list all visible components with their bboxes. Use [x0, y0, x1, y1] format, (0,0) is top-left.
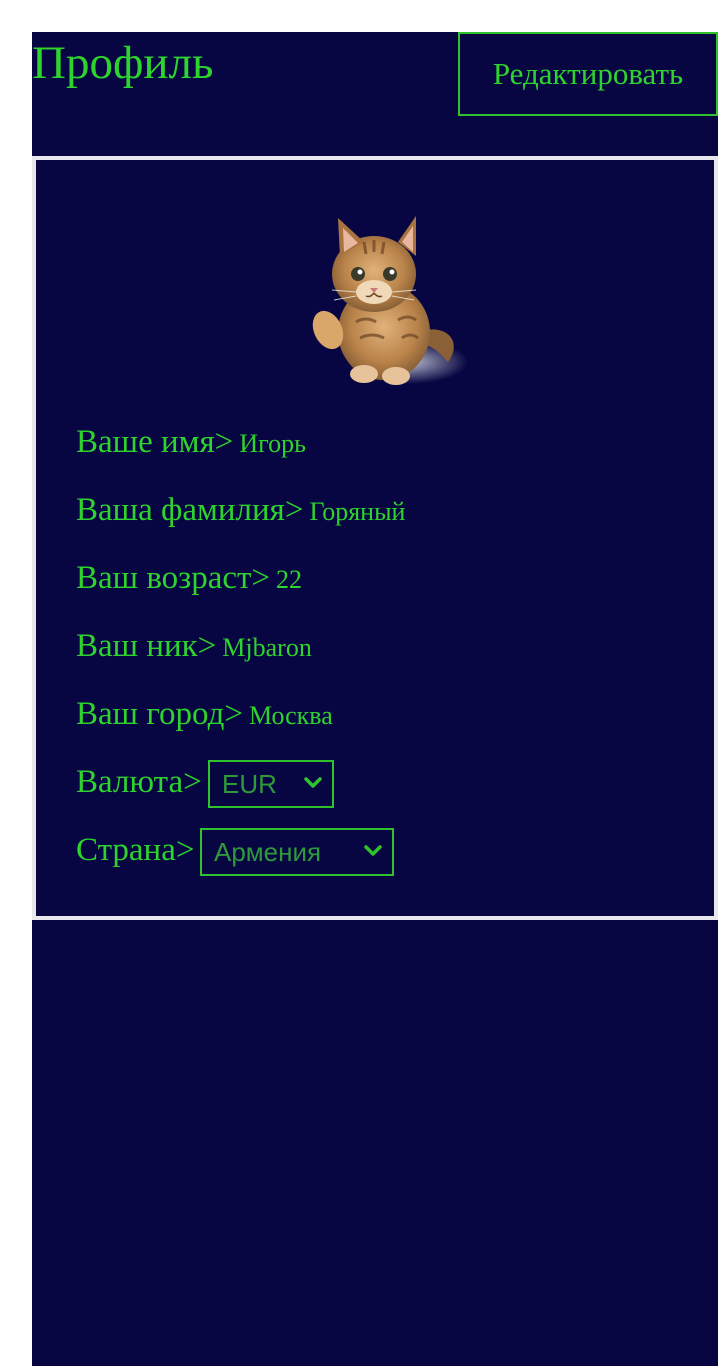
nickname-row: Ваш ник> Mjbaron	[76, 626, 312, 668]
currency-selected-value: EUR	[222, 769, 277, 799]
first-name-label: Ваше имя>	[76, 424, 234, 460]
edit-profile-button[interactable]: Редактировать	[458, 32, 718, 116]
country-row: Страна>	[76, 830, 194, 870]
currency-row: Валюта>	[76, 762, 202, 802]
city-row: Ваш город> Москва	[76, 694, 333, 736]
city-label: Ваш город>	[76, 696, 243, 732]
country-select[interactable]: Армения	[200, 828, 394, 876]
app-container: Профиль Редактировать Ваше имя> Игорь Ва…	[32, 32, 718, 1366]
chevron-down-icon	[364, 845, 382, 856]
first-name-value: Игорь	[239, 429, 306, 458]
currency-label: Валюта>	[76, 764, 202, 800]
country-selected-value: Армения	[214, 837, 322, 867]
currency-select[interactable]: EUR	[208, 760, 334, 808]
age-label: Ваш возраст>	[76, 560, 271, 596]
nickname-value: Mjbaron	[222, 633, 312, 662]
last-name-value: Горяный	[309, 497, 406, 526]
age-row: Ваш возраст> 22	[76, 558, 302, 600]
chevron-down-icon	[304, 777, 322, 788]
age-value: 22	[276, 565, 303, 594]
city-value: Москва	[248, 701, 333, 730]
profile-card: Ваше имя> Игорь Ваша фамилия> Горяный Ваш …	[32, 156, 718, 920]
kitten-avatar-icon	[312, 216, 468, 385]
last-name-row: Ваша фамилия> Горяный	[76, 490, 405, 532]
first-name-row: Ваше имя> Игорь	[76, 422, 306, 464]
country-label: Страна>	[76, 832, 195, 868]
nickname-label: Ваш ник>	[76, 628, 217, 664]
page-title: Профиль	[32, 37, 214, 89]
last-name-label: Ваша фамилия>	[76, 492, 304, 528]
